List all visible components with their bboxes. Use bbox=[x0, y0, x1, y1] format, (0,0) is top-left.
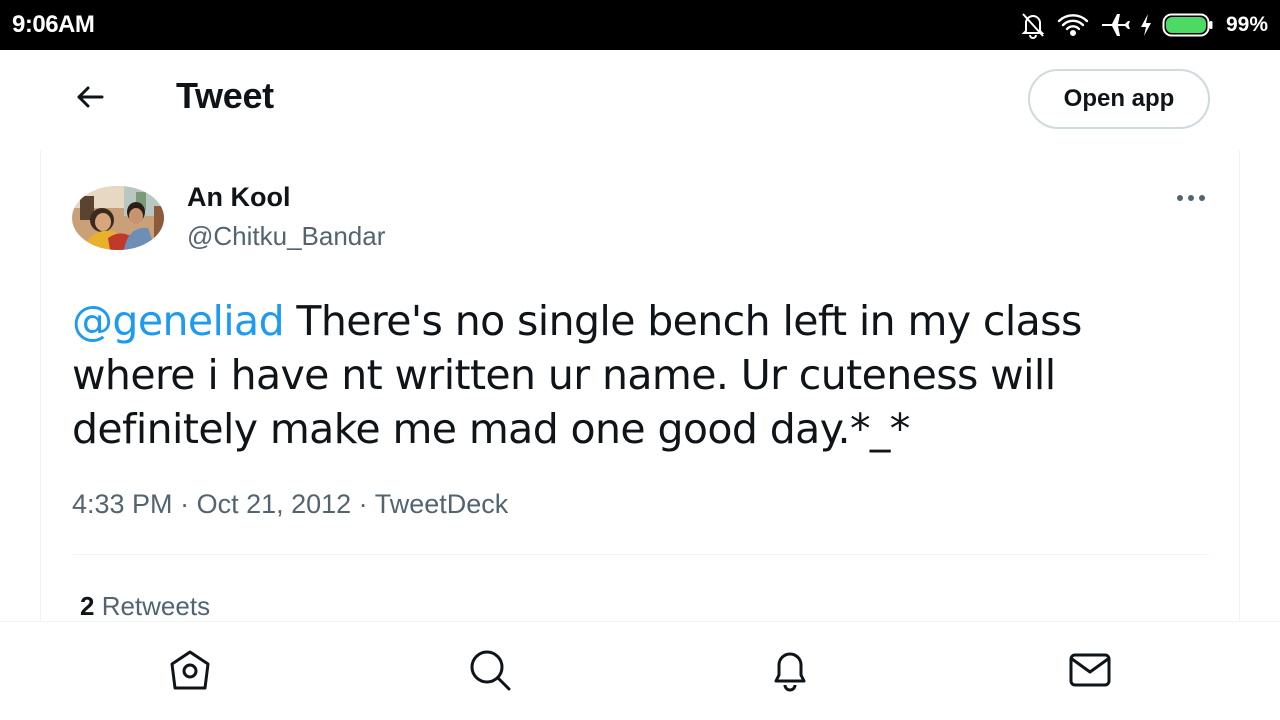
messages-envelope-icon bbox=[1067, 647, 1113, 698]
author-handle[interactable]: @Chitku_Bandar bbox=[187, 221, 385, 252]
meta-separator: · bbox=[172, 489, 197, 519]
app-header: Tweet Open app bbox=[0, 50, 1280, 148]
nav-search[interactable] bbox=[466, 648, 514, 696]
airplane-mode-icon bbox=[1100, 11, 1130, 39]
more-options-button[interactable] bbox=[1171, 186, 1211, 210]
tweet-card: An Kool @Chitku_Bandar @geneliad There's… bbox=[40, 150, 1240, 622]
bottom-navigation bbox=[0, 621, 1280, 720]
meta-separator: · bbox=[351, 489, 375, 519]
retweet-label: Retweets bbox=[94, 591, 211, 621]
retweets-stat[interactable]: 2 Retweets bbox=[80, 591, 210, 622]
tweet-time[interactable]: 4:33 PM bbox=[72, 489, 173, 519]
charging-icon bbox=[1140, 13, 1152, 37]
divider bbox=[72, 554, 1209, 555]
status-icons: 99% bbox=[1020, 9, 1268, 41]
open-app-button[interactable]: Open app bbox=[1028, 69, 1210, 129]
tweet-date[interactable]: Oct 21, 2012 bbox=[197, 489, 352, 519]
home-icon bbox=[167, 647, 213, 698]
battery-icon bbox=[1162, 12, 1214, 38]
mention-link[interactable]: @geneliad bbox=[72, 297, 285, 345]
tweet-text: @geneliad There's no single bench left i… bbox=[72, 294, 1212, 456]
nav-notifications[interactable] bbox=[766, 648, 814, 696]
status-bar: 9:06AM 99% bbox=[0, 0, 1280, 50]
back-button[interactable] bbox=[66, 77, 114, 121]
author-name[interactable]: An Kool bbox=[187, 182, 290, 213]
notifications-off-icon bbox=[1020, 11, 1046, 39]
nav-messages[interactable] bbox=[1066, 648, 1114, 696]
tweet-source[interactable]: TweetDeck bbox=[375, 489, 509, 519]
arrow-left-icon bbox=[75, 85, 105, 114]
battery-percent: 99% bbox=[1225, 13, 1268, 36]
nav-home[interactable] bbox=[166, 648, 214, 696]
retweet-count: 2 bbox=[80, 591, 95, 621]
notifications-bell-icon bbox=[767, 647, 813, 698]
wifi-icon bbox=[1056, 12, 1090, 38]
tweet-metadata: 4:33 PM · Oct 21, 2012 · TweetDeck bbox=[72, 489, 508, 520]
status-time: 9:06AM bbox=[12, 11, 95, 38]
avatar[interactable] bbox=[72, 186, 164, 250]
more-horizontal-icon bbox=[1176, 189, 1206, 207]
search-icon bbox=[467, 647, 513, 698]
page-title: Tweet bbox=[176, 75, 274, 116]
